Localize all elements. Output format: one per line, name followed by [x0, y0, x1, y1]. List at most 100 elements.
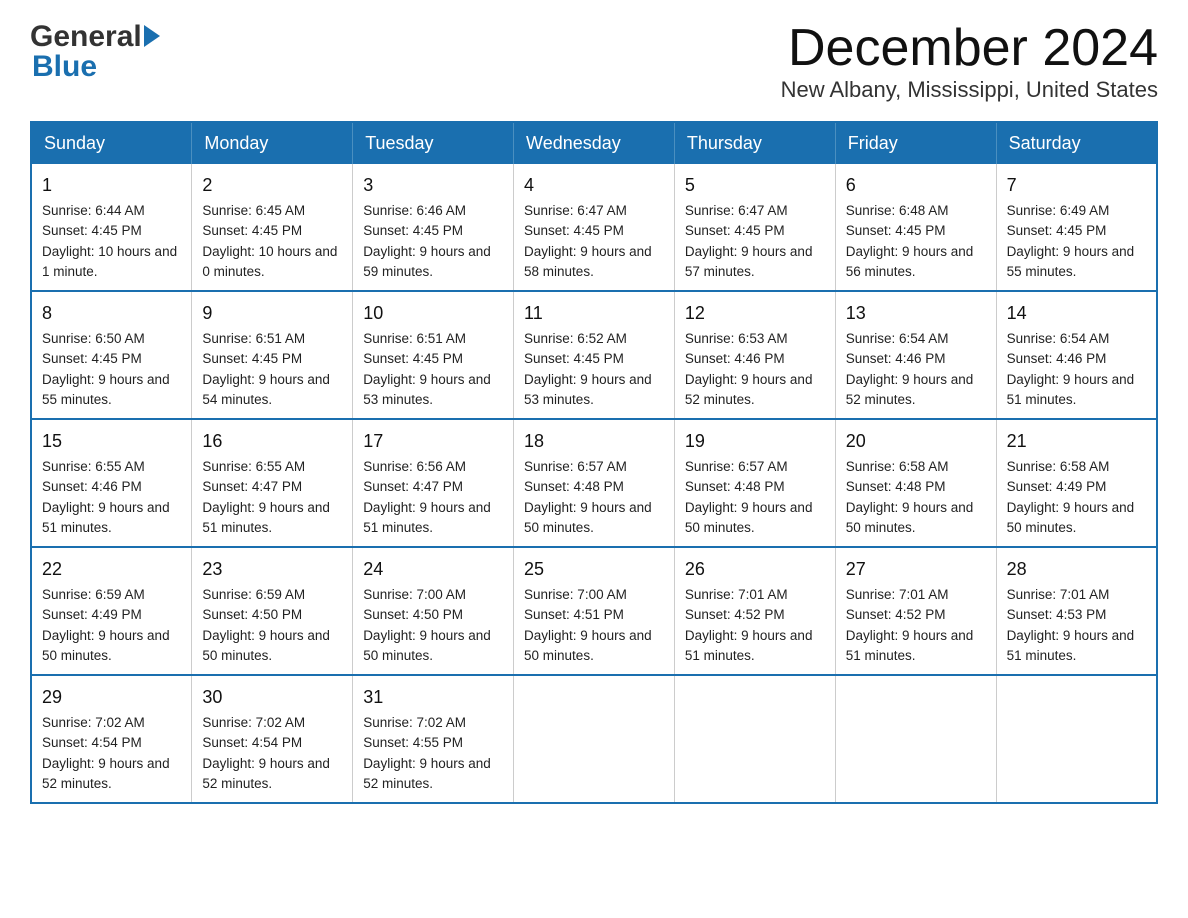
calendar-cell: 3Sunrise: 6:46 AMSunset: 4:45 PMDaylight… — [353, 164, 514, 291]
sunset-label: Sunset: 4:45 PM — [202, 223, 302, 238]
daylight-label: Daylight: 9 hours and 51 minutes. — [202, 500, 330, 535]
day-number: 6 — [846, 172, 986, 199]
sunset-label: Sunset: 4:52 PM — [846, 607, 946, 622]
daylight-label: Daylight: 9 hours and 54 minutes. — [202, 372, 330, 407]
day-number: 9 — [202, 300, 342, 327]
calendar-week-row: 8Sunrise: 6:50 AMSunset: 4:45 PMDaylight… — [31, 291, 1157, 419]
col-header-thursday: Thursday — [674, 122, 835, 164]
sunset-label: Sunset: 4:54 PM — [42, 735, 142, 750]
sunrise-label: Sunrise: 6:51 AM — [363, 331, 466, 346]
sunset-label: Sunset: 4:55 PM — [363, 735, 463, 750]
col-header-tuesday: Tuesday — [353, 122, 514, 164]
sunrise-label: Sunrise: 6:51 AM — [202, 331, 305, 346]
sunrise-label: Sunrise: 6:49 AM — [1007, 203, 1110, 218]
sunrise-label: Sunrise: 6:46 AM — [363, 203, 466, 218]
sunrise-label: Sunrise: 6:53 AM — [685, 331, 788, 346]
sunrise-label: Sunrise: 7:01 AM — [685, 587, 788, 602]
sunrise-label: Sunrise: 6:44 AM — [42, 203, 145, 218]
day-number: 7 — [1007, 172, 1146, 199]
calendar-cell: 24Sunrise: 7:00 AMSunset: 4:50 PMDayligh… — [353, 547, 514, 675]
sunrise-label: Sunrise: 7:02 AM — [363, 715, 466, 730]
day-number: 29 — [42, 684, 181, 711]
calendar-week-row: 15Sunrise: 6:55 AMSunset: 4:46 PMDayligh… — [31, 419, 1157, 547]
sunset-label: Sunset: 4:45 PM — [524, 351, 624, 366]
day-number: 19 — [685, 428, 825, 455]
day-number: 3 — [363, 172, 503, 199]
daylight-label: Daylight: 10 hours and 0 minutes. — [202, 244, 337, 279]
calendar-cell: 31Sunrise: 7:02 AMSunset: 4:55 PMDayligh… — [353, 675, 514, 803]
sunrise-label: Sunrise: 7:02 AM — [42, 715, 145, 730]
sunset-label: Sunset: 4:51 PM — [524, 607, 624, 622]
logo: General Blue — [30, 20, 162, 84]
logo-general-text: General — [30, 20, 142, 54]
month-title: December 2024 — [781, 20, 1158, 77]
day-number: 13 — [846, 300, 986, 327]
day-number: 18 — [524, 428, 664, 455]
calendar-cell: 14Sunrise: 6:54 AMSunset: 4:46 PMDayligh… — [996, 291, 1157, 419]
calendar-cell: 9Sunrise: 6:51 AMSunset: 4:45 PMDaylight… — [192, 291, 353, 419]
sunrise-label: Sunrise: 6:50 AM — [42, 331, 145, 346]
daylight-label: Daylight: 9 hours and 52 minutes. — [202, 756, 330, 791]
calendar-cell: 26Sunrise: 7:01 AMSunset: 4:52 PMDayligh… — [674, 547, 835, 675]
daylight-label: Daylight: 9 hours and 53 minutes. — [524, 372, 652, 407]
page-header: General Blue December 2024 New Albany, M… — [30, 20, 1158, 103]
daylight-label: Daylight: 9 hours and 52 minutes. — [685, 372, 813, 407]
logo-blue-text: Blue — [32, 50, 97, 84]
daylight-label: Daylight: 9 hours and 50 minutes. — [363, 628, 491, 663]
day-number: 28 — [1007, 556, 1146, 583]
sunrise-label: Sunrise: 7:01 AM — [846, 587, 949, 602]
calendar-week-row: 29 Sunrise: 7:02 AM Sunset: 4:54 PM Dayligh… — [31, 675, 1157, 803]
sunset-label: Sunset: 4:45 PM — [1007, 223, 1107, 238]
calendar-cell: 6Sunrise: 6:48 AMSunset: 4:45 PMDaylight… — [835, 164, 996, 291]
sunrise-label: Sunrise: 6:55 AM — [202, 459, 305, 474]
day-number: 11 — [524, 300, 664, 327]
calendar-cell: 18Sunrise: 6:57 AMSunset: 4:48 PMDayligh… — [514, 419, 675, 547]
day-number: 23 — [202, 556, 342, 583]
daylight-label: Daylight: 9 hours and 51 minutes. — [42, 500, 170, 535]
sunrise-label: Sunrise: 6:58 AM — [1007, 459, 1110, 474]
daylight-label: Daylight: 9 hours and 52 minutes. — [42, 756, 170, 791]
calendar-cell: 30Sunrise: 7:02 AMSunset: 4:54 PMDayligh… — [192, 675, 353, 803]
sunset-label: Sunset: 4:47 PM — [363, 479, 463, 494]
sunrise-label: Sunrise: 7:00 AM — [524, 587, 627, 602]
daylight-label: Daylight: 9 hours and 53 minutes. — [363, 372, 491, 407]
sunset-label: Sunset: 4:45 PM — [524, 223, 624, 238]
day-number: 14 — [1007, 300, 1146, 327]
calendar-cell: 8Sunrise: 6:50 AMSunset: 4:45 PMDaylight… — [31, 291, 192, 419]
calendar-cell: 25Sunrise: 7:00 AMSunset: 4:51 PMDayligh… — [514, 547, 675, 675]
day-number: 5 — [685, 172, 825, 199]
daylight-label: Daylight: 9 hours and 50 minutes. — [1007, 500, 1135, 535]
sunset-label: Sunset: 4:46 PM — [1007, 351, 1107, 366]
calendar-cell: 20Sunrise: 6:58 AMSunset: 4:48 PMDayligh… — [835, 419, 996, 547]
daylight-label: Daylight: 9 hours and 51 minutes. — [1007, 628, 1135, 663]
sunrise-label: Sunrise: 6:55 AM — [42, 459, 145, 474]
sunset-label: Sunset: 4:54 PM — [202, 735, 302, 750]
daylight-label: Daylight: 10 hours and 1 minute. — [42, 244, 177, 279]
calendar-header-row: SundayMondayTuesdayWednesdayThursdayFrid… — [31, 122, 1157, 164]
sunset-label: Sunset: 4:46 PM — [685, 351, 785, 366]
calendar-cell: 27Sunrise: 7:01 AMSunset: 4:52 PMDayligh… — [835, 547, 996, 675]
sunset-label: Sunset: 4:45 PM — [42, 223, 142, 238]
calendar-cell — [996, 675, 1157, 803]
day-number: 17 — [363, 428, 503, 455]
day-number: 2 — [202, 172, 342, 199]
sunset-label: Sunset: 4:45 PM — [363, 351, 463, 366]
day-number: 21 — [1007, 428, 1146, 455]
day-number: 16 — [202, 428, 342, 455]
sunset-label: Sunset: 4:49 PM — [42, 607, 142, 622]
calendar-cell: 23Sunrise: 6:59 AMSunset: 4:50 PMDayligh… — [192, 547, 353, 675]
sunset-label: Sunset: 4:45 PM — [42, 351, 142, 366]
daylight-label: Daylight: 9 hours and 51 minutes. — [1007, 372, 1135, 407]
sunrise-label: Sunrise: 6:47 AM — [524, 203, 627, 218]
calendar-week-row: 22Sunrise: 6:59 AMSunset: 4:49 PMDayligh… — [31, 547, 1157, 675]
daylight-label: Daylight: 9 hours and 50 minutes. — [846, 500, 974, 535]
col-header-friday: Friday — [835, 122, 996, 164]
calendar-cell: 11 Sunrise: 6:52 AM Sunset: 4:45 PM Dayligh… — [514, 291, 675, 419]
calendar-cell: 19Sunrise: 6:57 AMSunset: 4:48 PMDayligh… — [674, 419, 835, 547]
daylight-label: Daylight: 9 hours and 50 minutes. — [42, 628, 170, 663]
day-number: 1 — [42, 172, 181, 199]
sunset-label: Sunset: 4:49 PM — [1007, 479, 1107, 494]
calendar-cell: 29 Sunrise: 7:02 AM Sunset: 4:54 PM Dayligh… — [31, 675, 192, 803]
sunrise-label: Sunrise: 6:52 AM — [524, 331, 627, 346]
day-number: 26 — [685, 556, 825, 583]
